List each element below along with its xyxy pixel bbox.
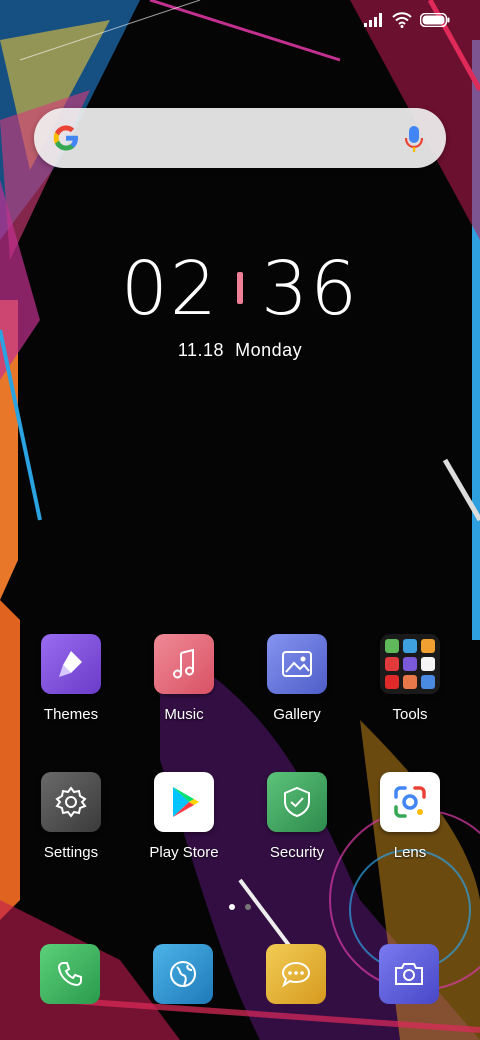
- folder-tools[interactable]: Tools: [355, 634, 465, 723]
- app-label-play-store: Play Store: [149, 844, 219, 861]
- clock-separator: [237, 271, 243, 304]
- page-indicator: [0, 897, 480, 915]
- dock-phone-app[interactable]: [40, 944, 100, 1004]
- app-label-music: Music: [164, 706, 204, 723]
- battery-icon: [420, 13, 450, 27]
- clock-hours: 02: [120, 246, 219, 332]
- folder-preview-grid: [385, 639, 435, 689]
- shield-icon: [267, 772, 327, 832]
- app-label-settings: Settings: [43, 844, 99, 861]
- app-settings[interactable]: Settings: [16, 772, 126, 861]
- dock-browser-app[interactable]: [153, 944, 213, 1004]
- weekday-value: Monday: [235, 340, 303, 360]
- dock-camera-app[interactable]: [379, 944, 439, 1004]
- google-search-bar[interactable]: [34, 108, 446, 168]
- clock-time: 02 36: [0, 252, 480, 326]
- status-bar: [0, 0, 480, 40]
- wifi-icon: [392, 12, 412, 28]
- app-label-lens: Lens: [393, 844, 427, 861]
- clock-minutes: 36: [261, 246, 360, 332]
- themes-icon: [41, 634, 101, 694]
- page-dot: [245, 904, 251, 910]
- lens-icon: [380, 772, 440, 832]
- date-value: 11.18: [177, 340, 225, 360]
- messages-icon: [281, 961, 311, 988]
- play-store-icon: [154, 772, 214, 832]
- music-icon: [154, 634, 214, 694]
- camera-icon: [395, 963, 423, 985]
- app-lens[interactable]: Lens: [355, 772, 465, 861]
- phone-icon: [57, 962, 82, 987]
- gallery-icon: [267, 634, 327, 694]
- gear-icon: [41, 772, 101, 832]
- app-play-store[interactable]: Play Store: [129, 772, 239, 861]
- app-label-themes: Themes: [43, 706, 99, 723]
- app-label-tools: Tools: [392, 706, 428, 723]
- app-gallery[interactable]: Gallery: [242, 634, 352, 723]
- clock-date: 11.18 Monday: [0, 340, 480, 361]
- dock-messages-app[interactable]: [266, 944, 326, 1004]
- mic-icon[interactable]: [404, 124, 424, 154]
- app-music[interactable]: Music: [129, 634, 239, 723]
- app-label-security: Security: [269, 844, 325, 861]
- status-icons: [364, 12, 450, 28]
- clock-widget[interactable]: 02 36 11.18 Monday: [0, 252, 480, 361]
- folder-icon: [380, 634, 440, 694]
- browser-icon: [170, 961, 196, 987]
- app-themes[interactable]: Themes: [16, 634, 126, 723]
- app-label-gallery: Gallery: [273, 706, 321, 723]
- page-dot-active: [229, 904, 235, 910]
- google-g-icon: [53, 125, 78, 151]
- app-security[interactable]: Security: [242, 772, 352, 861]
- signal-icon: [364, 13, 382, 27]
